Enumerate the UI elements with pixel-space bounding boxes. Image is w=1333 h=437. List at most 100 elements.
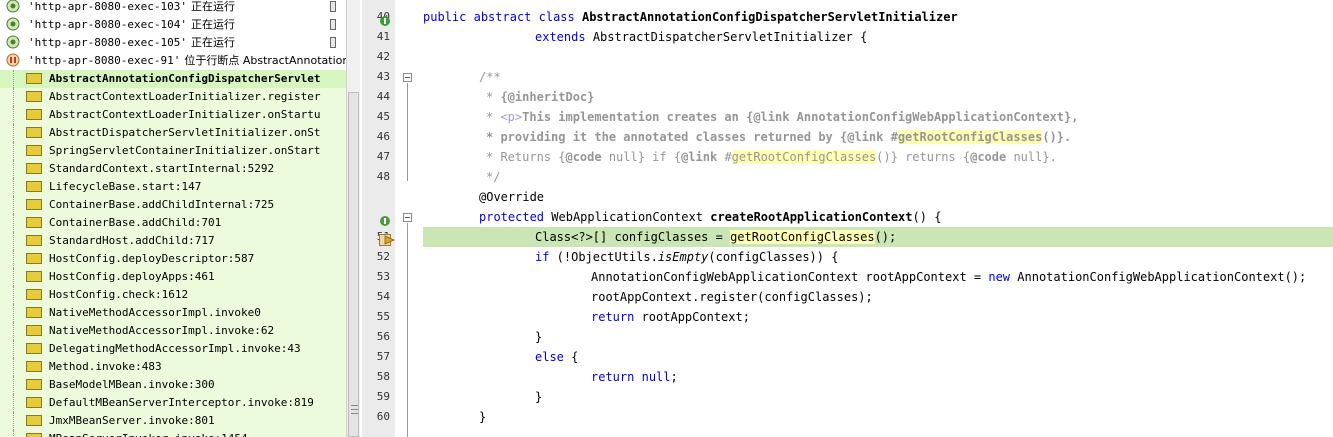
stack-frame-row[interactable]: ContainerBase.addChild:701 (0, 214, 346, 232)
stack-frame-row[interactable]: AbstractContextLoaderInitializer.onStart… (0, 106, 346, 124)
debug-panel-scrollbar[interactable] (346, 0, 360, 437)
tree-guide (13, 286, 15, 304)
stack-frame-row[interactable]: NativeMethodAccessorImpl.invoke0 (0, 304, 346, 322)
line-number: 44 (376, 90, 390, 103)
stack-frame-row[interactable]: Method.invoke:483 (0, 358, 346, 376)
stack-frame-icon (26, 127, 42, 138)
code-editor[interactable]: public abstract class AbstractAnnotation… (423, 0, 1333, 437)
stack-frame-label: SpringServletContainerInitializer.onStar… (49, 144, 321, 157)
code-line-45: * providing it the annotated classes ret… (486, 130, 1072, 144)
line-number: 48 (376, 170, 390, 183)
tree-guide (13, 214, 15, 232)
tree-guide (13, 322, 15, 340)
stack-frame-row[interactable]: HostConfig.deployDescriptor:587 (0, 250, 346, 268)
stack-frame-icon (26, 91, 42, 102)
tree-guide (13, 232, 15, 250)
stack-frame-label: AbstractAnnotationConfigDispatcherServle… (49, 72, 321, 85)
stack-frame-label: Method.invoke:483 (49, 360, 162, 373)
stack-frame-label: NativeMethodAccessorImpl.invoke0 (49, 306, 261, 319)
tree-guide (13, 394, 15, 412)
stack-frame-label: MBeanServerInvoker.invoke:1454 (49, 430, 321, 437)
code-line-53: rootAppContext.register(configClasses); (591, 290, 873, 304)
fold-toggle-icon[interactable] (403, 73, 412, 82)
stack-frame-label: HostConfig.check:1612 (49, 288, 189, 301)
code-line-58: } (535, 390, 543, 404)
thread-suspend-icon[interactable] (330, 37, 336, 48)
thread-suspend-icon[interactable] (330, 19, 336, 30)
stack-frame-icon (26, 73, 42, 84)
tree-guide (13, 250, 15, 268)
stack-frame-icon (26, 199, 42, 210)
stack-frame-icon (26, 415, 42, 426)
code-line-59: } (479, 410, 487, 424)
stack-frame-icon (26, 217, 42, 228)
stack-frame-row[interactable]: ContainerBase.addChildInternal:725 (0, 196, 346, 214)
thread-name: 'http-apr-8080-exec-91' (28, 54, 181, 67)
code-line-42: /** (479, 70, 501, 84)
stack-frame-row[interactable]: LifecycleBase.start:147 (0, 178, 346, 196)
stack-frame-icon (26, 163, 42, 174)
stack-frame-icon (26, 397, 42, 408)
line-number: 57 (376, 350, 390, 363)
code-line-51: if (!ObjectUtils.isEmpty(configClasses))… (535, 250, 839, 264)
stack-frame-label: LifecycleBase.start:147 (49, 180, 202, 193)
stack-frame-row[interactable]: HostConfig.deployApps:461 (0, 268, 346, 286)
debug-threads-panel: 'http-apr-8080-exec-103' 正在运行'http-apr-80… (0, 0, 346, 437)
tree-guide (13, 160, 15, 178)
stack-frame-label: BaseModelMBean.invoke:300 (49, 378, 215, 391)
thread-running-icon (6, 17, 20, 31)
stack-frame-label: AbstractDispatcherServletInitializer.onS… (49, 126, 321, 139)
code-line-40: extends AbstractDispatcherServletInitial… (535, 30, 868, 44)
thread-row[interactable]: 'http-apr-8080-exec-105' 正在运行 (0, 34, 346, 52)
fold-toggle-icon[interactable] (403, 213, 412, 222)
stack-frame-row[interactable]: StandardContext.startInternal:5292 (0, 160, 346, 178)
tree-guide (13, 412, 15, 430)
stack-frame-icon (26, 253, 42, 264)
thread-name: 'http-apr-8080-exec-104' (28, 18, 187, 31)
tree-guide (13, 376, 15, 394)
thread-row[interactable]: 'http-apr-8080-exec-103' 正在运行 (0, 0, 346, 16)
line-number-gutter: 40414243444546474851525354555657585960 (362, 0, 395, 437)
thread-row[interactable]: 'http-apr-8080-exec-91' 位于行断点 AbstractAnn… (0, 52, 346, 70)
stack-frame-row[interactable]: DelegatingMethodAccessorImpl.invoke:43 (0, 340, 346, 358)
thread-status: 位于行断点 AbstractAnnotationConfigDispatcher… (184, 54, 346, 67)
stack-frame-row[interactable]: BaseModelMBean.invoke:300 (0, 376, 346, 394)
scrollbar-thumb[interactable] (348, 92, 359, 437)
stack-frame-row[interactable]: AbstractAnnotationConfigDispatcherServle… (0, 70, 346, 88)
line-number: 55 (376, 310, 390, 323)
code-line-52: AnnotationConfigWebApplicationContext ro… (591, 270, 1307, 284)
stack-frame-row[interactable]: MBeanServerInvoker.invoke:1454 (0, 430, 346, 437)
thread-row[interactable]: 'http-apr-8080-exec-104' 正在运行 (0, 16, 346, 34)
code-line-48: @Override (479, 190, 545, 204)
stack-frame-icon (26, 181, 42, 192)
stack-frame-row[interactable]: NativeMethodAccessorImpl.invoke:62 (0, 322, 346, 340)
stack-frame-row[interactable]: JmxMBeanServer.invoke:801 (0, 412, 346, 430)
stack-frame-label: DelegatingMethodAccessorImpl.invoke:43 (49, 342, 301, 355)
thread-status: 正在运行 (190, 18, 235, 31)
code-line-46: * Returns {@code null} if {@link #getRoo… (486, 150, 1057, 164)
stack-frame-row[interactable]: HostConfig.check:1612 (0, 286, 346, 304)
override-icon[interactable] (379, 212, 391, 231)
line-number: 58 (376, 370, 390, 383)
tree-guide (13, 358, 15, 376)
stack-frame-icon (26, 325, 42, 336)
line-number: 45 (376, 110, 390, 123)
stack-frame-row[interactable]: SpringServletContainerInitializer.onStar… (0, 142, 346, 160)
program-counter-icon[interactable] (379, 231, 395, 250)
thread-suspended-icon (6, 53, 20, 67)
stack-frame-row[interactable]: StandardHost.addChild:717 (0, 232, 346, 250)
fold-guide (407, 223, 408, 437)
stack-frame-row[interactable]: DefaultMBeanServerInterceptor.invoke:819 (0, 394, 346, 412)
implements-icon[interactable] (379, 12, 391, 31)
stack-frame-label: AbstractContextLoaderInitializer.registe… (49, 90, 321, 103)
tree-guide (13, 430, 15, 437)
tree-guide (13, 196, 15, 214)
code-line-57: return null; (591, 370, 678, 384)
stack-frame-icon (26, 289, 42, 300)
line-number: 42 (376, 50, 390, 63)
stack-frame-row[interactable]: AbstractContextLoaderInitializer.registe… (0, 88, 346, 106)
thread-suspend-icon[interactable] (330, 1, 336, 12)
line-number: 46 (376, 130, 390, 143)
stack-frame-label: StandardContext.startInternal:5292 (49, 162, 275, 175)
stack-frame-row[interactable]: AbstractDispatcherServletInitializer.onS… (0, 124, 346, 142)
